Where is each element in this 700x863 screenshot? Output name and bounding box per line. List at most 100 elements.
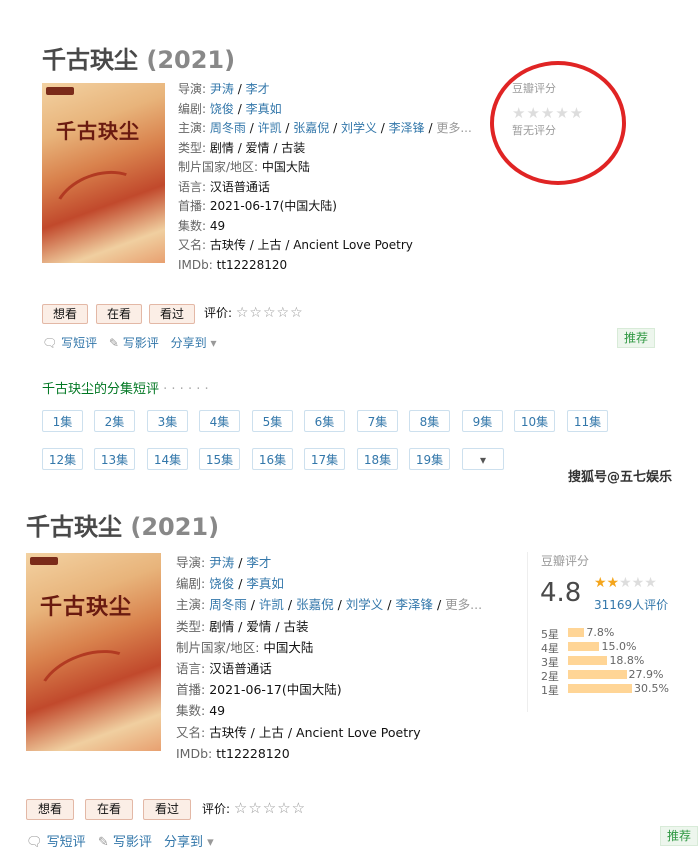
more-episodes-button[interactable]: ▾ — [462, 448, 504, 470]
episode-button[interactable]: 9集 — [462, 410, 503, 432]
episode-button[interactable]: 3集 — [147, 410, 188, 432]
recommend-button[interactable]: 推荐 — [660, 826, 699, 846]
director-link[interactable]: 李才 — [246, 555, 271, 570]
rating-percent: 18.8% — [609, 654, 645, 667]
cast-link[interactable]: 李泽锋 — [389, 121, 425, 135]
pencil-icon: ✎ — [97, 835, 109, 850]
episode-button[interactable]: 16集 — [252, 448, 293, 470]
rating-bar — [568, 684, 632, 693]
genre-value: 剧情 / 爱情 / 古装 — [209, 140, 306, 155]
episode-button[interactable]: 19集 — [409, 448, 450, 470]
director-link[interactable]: 李才 — [246, 82, 270, 96]
episode-button[interactable]: 12集 — [42, 448, 83, 470]
watched-button[interactable]: 看过 — [149, 304, 195, 324]
rating-bar — [568, 642, 600, 651]
writer-link[interactable]: 饶俊 — [210, 102, 234, 116]
episode-button[interactable]: 5集 — [252, 410, 293, 432]
cast-link[interactable]: 张嘉倪 — [296, 597, 334, 612]
want-to-watch-button[interactable]: 想看 — [42, 304, 88, 324]
premiere-value: 2021-06-17(中国大陆) — [209, 682, 342, 698]
rating-count-link[interactable]: 31169人评价 — [594, 596, 668, 613]
page-title: 千古玦尘 (2021) — [42, 40, 235, 75]
aka-value: 古玦传 / 上古 / Ancient Love Poetry — [209, 238, 413, 252]
poster-swirl — [43, 158, 157, 254]
writer-link[interactable]: 李真如 — [246, 576, 284, 591]
episode-button[interactable]: 15集 — [199, 448, 240, 470]
genre-value: 剧情 / 爱情 / 古装 — [209, 618, 309, 634]
episode-button[interactable]: 1集 — [42, 410, 83, 432]
poster-title-art: 千古玦尘 — [56, 119, 140, 143]
episode-button[interactable]: 17集 — [304, 448, 345, 470]
rating-percent: 27.9% — [628, 668, 664, 681]
share-link[interactable]: 分享到 ▾ — [164, 835, 214, 850]
cast-more-link[interactable]: 更多... — [436, 121, 471, 135]
episode-button[interactable]: 6集 — [304, 410, 345, 432]
rate-row: 评价: ☆☆☆☆☆ — [202, 799, 306, 817]
episode-button[interactable]: 14集 — [147, 448, 188, 470]
episodes-value: 49 — [209, 703, 226, 719]
poster-image[interactable]: 千古玦尘 — [42, 83, 165, 263]
cast-link[interactable]: 许凯 — [259, 597, 284, 612]
pencil-icon: ✎ — [108, 336, 119, 350]
rating-score: 4.8 — [540, 578, 582, 608]
language-value: 汉语普通话 — [209, 661, 272, 677]
watermark: 搜狐号@五七娱乐 — [568, 470, 673, 485]
cast-link[interactable]: 张嘉倪 — [293, 121, 329, 135]
episode-button[interactable]: 10集 — [514, 410, 555, 432]
aka-value: 古玦传 / 上古 / Ancient Love Poetry — [209, 724, 421, 740]
director-link[interactable]: 尹涛 — [209, 555, 234, 570]
episode-button[interactable]: 8集 — [409, 410, 450, 432]
poster-image[interactable]: 千古玦尘 — [26, 553, 161, 751]
write-short-review-link[interactable]: 写短评 — [47, 835, 86, 850]
write-review-link[interactable]: 写影评 — [113, 835, 152, 850]
director-link[interactable]: 尹涛 — [210, 82, 234, 96]
highlight-circle — [490, 61, 626, 185]
poster-swirl — [27, 636, 151, 736]
cast-more-link[interactable]: 更多... — [445, 597, 482, 612]
star-level-label: 1星 — [541, 684, 559, 697]
writer-link[interactable]: 饶俊 — [209, 576, 234, 591]
cast-link[interactable]: 周冬雨 — [210, 121, 246, 135]
cast-link[interactable]: 刘学义 — [341, 121, 377, 135]
episode-button[interactable]: 4集 — [199, 410, 240, 432]
action-links: 🗨 写短评 ✎ 写影评 分享到 ▾ — [26, 831, 214, 850]
rating-percent: 30.5% — [634, 682, 669, 695]
action-links: 🗨 写短评 ✎ 写影评 分享到 ▾ — [42, 334, 217, 351]
rating-percent: 7.8% — [586, 626, 615, 639]
brand-logo — [46, 87, 74, 95]
chevron-down-icon: ▾ — [207, 835, 214, 850]
episode-button[interactable]: 7集 — [357, 410, 398, 432]
rate-row: 评价: ☆☆☆☆☆ — [204, 304, 304, 321]
episode-button[interactable]: 13集 — [94, 448, 135, 470]
recommend-button[interactable]: 推荐 — [617, 328, 656, 348]
share-link[interactable]: 分享到 ▾ — [171, 336, 217, 350]
rate-stars[interactable]: ☆☆☆☆☆ — [234, 799, 306, 817]
watching-button[interactable]: 在看 — [96, 304, 142, 324]
episodes-value: 49 — [209, 218, 226, 233]
watching-button[interactable]: 在看 — [85, 799, 133, 820]
cast-link[interactable]: 刘学义 — [346, 597, 384, 612]
title-text: 千古玦尘 — [42, 46, 138, 74]
watched-button[interactable]: 看过 — [143, 799, 191, 820]
episode-button[interactable]: 18集 — [357, 448, 398, 470]
comment-icon: 🗨 — [26, 835, 43, 850]
episode-section-title: 千古玦尘的分集短评 · · · · · · — [42, 382, 209, 397]
cast-link[interactable]: 许凯 — [258, 121, 282, 135]
comment-icon: 🗨 — [42, 336, 58, 350]
writer-link[interactable]: 李真如 — [246, 102, 282, 116]
write-short-review-link[interactable]: 写短评 — [61, 336, 97, 350]
cast-link[interactable]: 李泽锋 — [395, 597, 433, 612]
cast-link[interactable]: 周冬雨 — [209, 597, 247, 612]
want-to-watch-button[interactable]: 想看 — [26, 799, 74, 820]
rating-bar — [568, 656, 608, 665]
episode-button[interactable]: 2集 — [94, 410, 135, 432]
rate-stars[interactable]: ☆☆☆☆☆ — [236, 305, 304, 321]
episode-button[interactable]: 11集 — [567, 410, 608, 432]
title-year: (2021) — [146, 46, 236, 74]
rating-label: 豆瓣评分 — [541, 554, 590, 568]
region-value: 中国大陆 — [261, 160, 310, 174]
rating-bar — [568, 628, 585, 637]
divider — [527, 552, 528, 712]
write-review-link[interactable]: 写影评 — [123, 336, 159, 350]
premiere-value: 2021-06-17(中国大陆) — [209, 199, 337, 213]
